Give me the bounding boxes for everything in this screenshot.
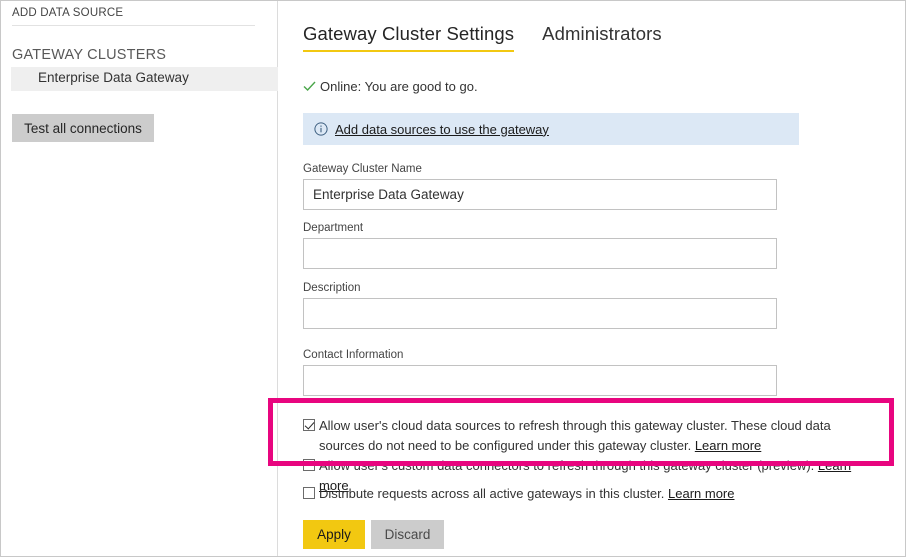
sidebar: ADD DATA SOURCE GATEWAY CLUSTERS Enterpr… [1, 1, 278, 556]
add-data-sources-link[interactable]: Add data sources to use the gateway [335, 122, 549, 137]
checkbox-cloud-data-sources[interactable] [303, 419, 315, 431]
description-input[interactable] [303, 298, 777, 329]
gateway-cluster-name-label: Gateway Cluster Name [303, 163, 422, 175]
gateway-clusters-heading: GATEWAY CLUSTERS [12, 47, 167, 63]
info-icon [314, 122, 328, 136]
apply-button[interactable]: Apply [303, 520, 365, 549]
checkbox-label-cloud-data-sources: Allow user's cloud data sources to refre… [319, 416, 871, 456]
learn-more-link-cloud-data-sources[interactable]: Learn more [695, 438, 761, 453]
status-text: Online: You are good to go. [320, 79, 478, 94]
gateway-cluster-name-input[interactable] [303, 179, 777, 210]
department-input[interactable] [303, 238, 777, 269]
checkbox-custom-data-connectors[interactable] [303, 459, 315, 471]
checkbox-row-cloud-data-sources[interactable]: Allow user's cloud data sources to refre… [303, 416, 883, 456]
sidebar-divider [12, 25, 255, 26]
learn-more-link-distribute-requests[interactable]: Learn more [668, 486, 734, 501]
checkbox-distribute-requests[interactable] [303, 487, 315, 499]
info-banner: Add data sources to use the gateway [303, 113, 799, 145]
status-line: Online: You are good to go. [303, 79, 478, 94]
tab-gateway-cluster-settings[interactable]: Gateway Cluster Settings [303, 23, 515, 52]
checkbox-row-distribute-requests[interactable]: Distribute requests across all active ga… [303, 484, 883, 504]
description-label: Description [303, 282, 361, 294]
tab-administrators[interactable]: Administrators [542, 23, 662, 52]
checkbox-text-distribute-requests: Distribute requests across all active ga… [319, 486, 665, 501]
gateway-settings-window: ADD DATA SOURCE GATEWAY CLUSTERS Enterpr… [0, 0, 906, 557]
sidebar-item-enterprise-data-gateway[interactable]: Enterprise Data Gateway [11, 67, 278, 91]
main-panel: Gateway Cluster Settings Administrators … [279, 1, 905, 556]
sidebar-item-label: Enterprise Data Gateway [38, 70, 189, 85]
contact-information-label: Contact Information [303, 349, 404, 361]
tab-bar: Gateway Cluster Settings Administrators [303, 23, 690, 57]
add-data-source-label[interactable]: ADD DATA SOURCE [12, 7, 123, 19]
discard-button[interactable]: Discard [371, 520, 444, 549]
checkbox-text-custom-data-connectors: Allow user's custom data connectors to r… [319, 458, 815, 473]
check-icon [303, 80, 316, 93]
test-all-connections-button[interactable]: Test all connections [12, 114, 154, 142]
checkbox-label-distribute-requests: Distribute requests across all active ga… [319, 484, 734, 504]
department-label: Department [303, 222, 364, 234]
contact-information-input[interactable] [303, 365, 777, 396]
